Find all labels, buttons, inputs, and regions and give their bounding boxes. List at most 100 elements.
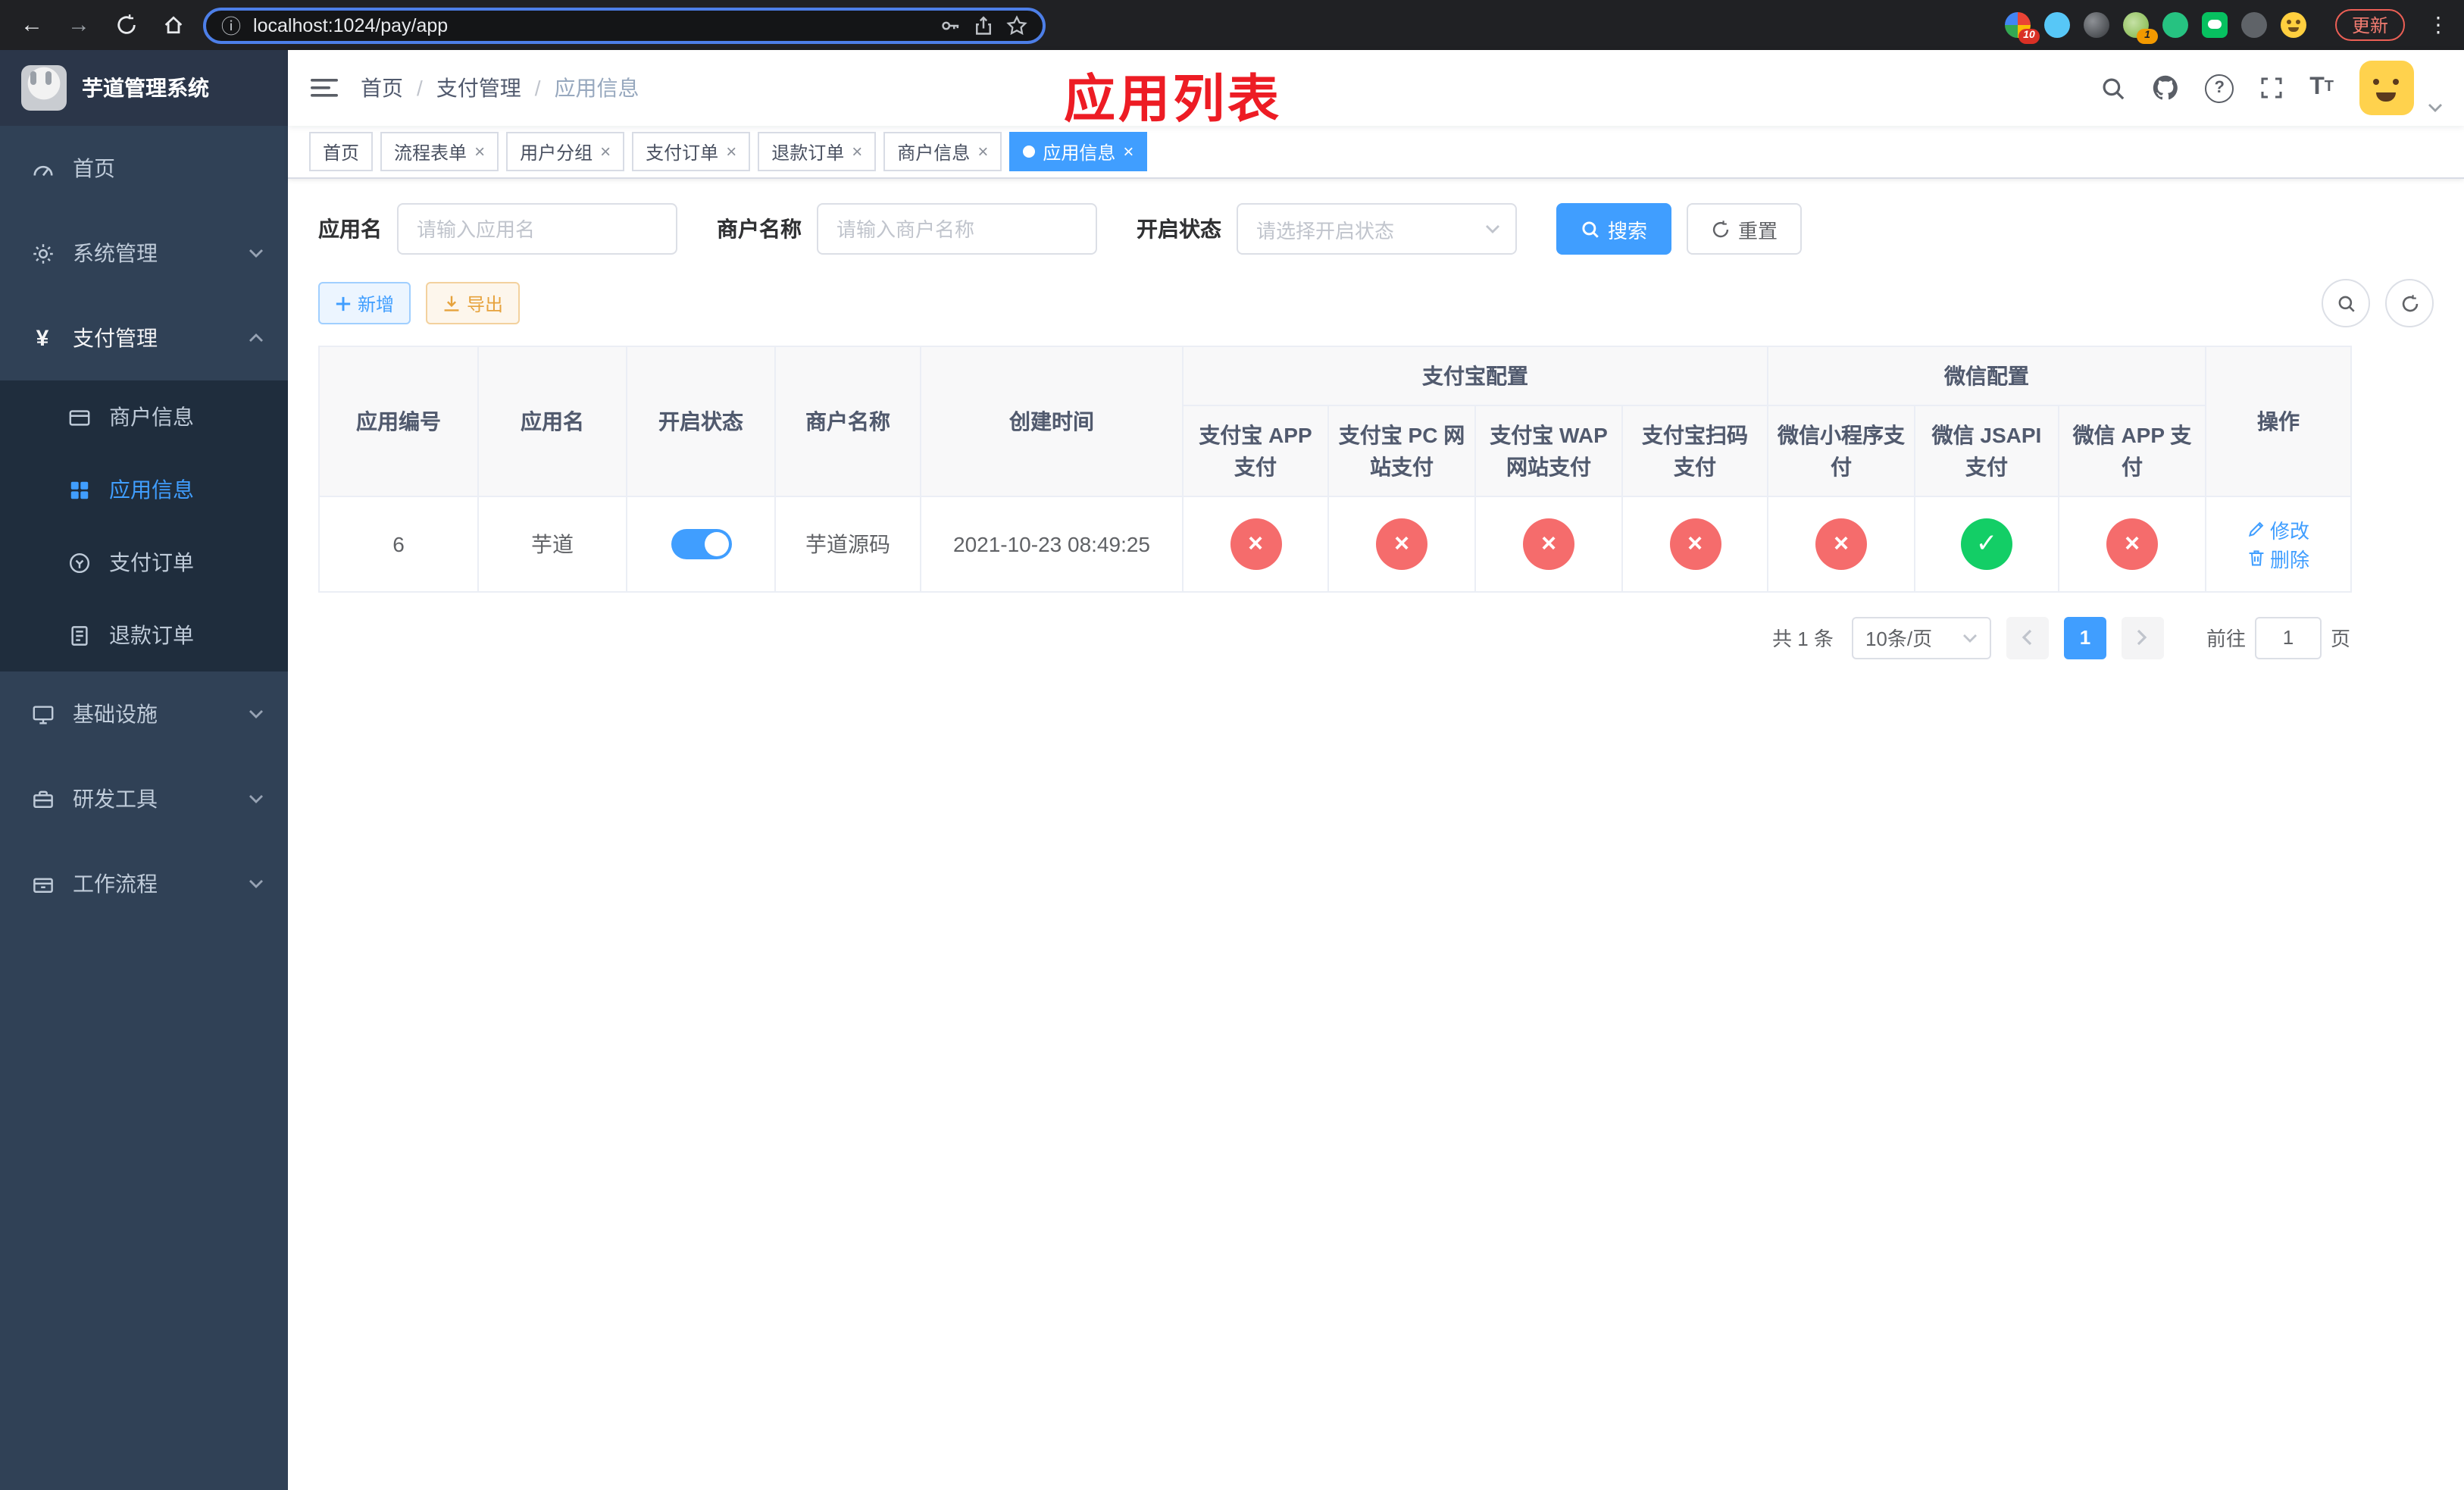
extension-icon-6[interactable] <box>2201 12 2228 38</box>
breadcrumb-home[interactable]: 首页 <box>361 73 403 103</box>
tab-process-form[interactable]: 流程表单 × <box>380 132 499 171</box>
chevron-down-icon <box>249 794 264 803</box>
delete-button[interactable]: 删除 <box>2247 544 2309 573</box>
help-icon[interactable]: ? <box>2205 74 2234 102</box>
extension-icon-4[interactable]: 1 <box>2122 12 2158 44</box>
prev-page-button[interactable] <box>2006 616 2049 659</box>
search-icon[interactable] <box>2100 75 2126 101</box>
col-alipay-pc: 支付宝 PC 网站支付 <box>1327 405 1476 497</box>
col-alipay-qr: 支付宝扫码支付 <box>1621 405 1768 497</box>
extension-icon-7[interactable] <box>2240 12 2267 38</box>
toolbox-icon <box>30 787 55 810</box>
navbar-actions: ? TT <box>2100 61 2464 115</box>
user-avatar[interactable] <box>2359 61 2414 115</box>
status-toggle[interactable] <box>671 528 731 559</box>
table-toolbar: 新增 导出 <box>318 279 2434 327</box>
bookmark-star-icon[interactable] <box>1006 14 1027 36</box>
page-size-select[interactable]: 10条/页 <box>1851 616 1991 659</box>
col-alipay-wap: 支付宝 WAP 网站支付 <box>1474 405 1623 497</box>
extension-icon-3[interactable] <box>2083 12 2109 38</box>
browser-home-icon[interactable] <box>156 8 189 42</box>
github-icon[interactable] <box>2152 74 2179 102</box>
cell-status <box>626 495 776 593</box>
sidebar-item-workflow[interactable]: 工作流程 <box>0 841 288 926</box>
sidebar-item-dev-tools[interactable]: 研发工具 <box>0 756 288 841</box>
address-bar[interactable]: ⓘ localhost:1024/pay/app <box>203 7 1046 43</box>
font-size-icon[interactable]: TT <box>2309 75 2334 100</box>
screen: ← → ⓘ localhost:1024/pay/app 10 1 更新 ⋮ 芋… <box>0 0 2464 1490</box>
active-dot <box>1023 146 1036 158</box>
browser-back-icon[interactable]: ← <box>15 8 48 42</box>
merchant-name-input[interactable] <box>817 203 1097 255</box>
fullscreen-icon[interactable] <box>2259 76 2284 100</box>
close-icon[interactable]: × <box>852 142 862 161</box>
tab-home[interactable]: 首页 <box>309 132 374 171</box>
extension-icon-1[interactable]: 10 <box>2004 12 2040 44</box>
close-icon[interactable]: × <box>600 142 611 161</box>
col-group-alipay: 支付宝配置 <box>1182 345 1768 407</box>
grid-icon <box>67 478 91 501</box>
extension-icon-5[interactable] <box>2162 12 2188 38</box>
breadcrumb: 首页 / 支付管理 / 应用信息 <box>361 73 639 103</box>
sidebar-item-merchant-info[interactable]: 商户信息 <box>0 380 288 453</box>
export-button[interactable]: 导出 <box>426 282 521 324</box>
browser-toolbar: ← → ⓘ localhost:1024/pay/app 10 1 更新 ⋮ <box>0 0 2464 50</box>
password-key-icon[interactable] <box>940 14 961 36</box>
status-select[interactable]: 请选择开启状态 <box>1237 203 1517 255</box>
sidebar-item-refund-orders[interactable]: 退款订单 <box>0 599 288 671</box>
extension-icon-8[interactable] <box>2280 12 2306 38</box>
page-number-1[interactable]: 1 <box>2063 616 2106 659</box>
refresh-icon <box>2401 294 2418 311</box>
refresh-table-button[interactable] <box>2385 279 2434 327</box>
briefcase-icon <box>30 872 55 895</box>
browser-reload-icon[interactable] <box>109 8 142 42</box>
sidebar-item-infrastructure[interactable]: 基础设施 <box>0 671 288 756</box>
close-icon[interactable]: × <box>977 142 988 161</box>
goto-page-input[interactable] <box>2254 616 2322 659</box>
refresh-icon <box>1712 220 1729 237</box>
tab-app-info[interactable]: 应用信息 × <box>1009 132 1148 171</box>
wechat-jsapi-status-icon: ✓ <box>1961 518 2012 570</box>
sidebar-toggle-icon[interactable] <box>288 50 361 126</box>
site-info-icon[interactable]: ⓘ <box>221 11 241 39</box>
chevron-down-icon <box>249 249 264 258</box>
chrome-update-button[interactable]: 更新 <box>2334 9 2405 41</box>
sidebar-item-payment[interactable]: ¥ 支付管理 <box>0 296 288 380</box>
tab-merchant-info[interactable]: 商户信息 × <box>883 132 1002 171</box>
extension-icon-2[interactable] <box>2043 12 2070 38</box>
tab-user-group[interactable]: 用户分组 × <box>506 132 625 171</box>
close-icon[interactable]: × <box>726 142 736 161</box>
app-logo-row[interactable]: 芋道管理系统 <box>0 50 288 126</box>
toggle-search-button[interactable] <box>2322 279 2370 327</box>
chevron-left-icon <box>2022 630 2033 646</box>
app-name-input[interactable] <box>397 203 677 255</box>
app-name-label: 应用名 <box>318 217 382 241</box>
url-text: localhost:1024/pay/app <box>253 14 449 36</box>
cell-created: 2021-10-23 08:49:25 <box>920 495 1184 593</box>
browser-menu-icon[interactable]: ⋮ <box>2428 12 2449 38</box>
add-button[interactable]: 新增 <box>318 282 411 324</box>
avatar-caret-icon[interactable] <box>2428 103 2443 115</box>
tab-refund-orders[interactable]: 退款订单 × <box>758 132 877 171</box>
col-wechat-app: 微信 APP 支付 <box>2058 405 2206 497</box>
col-group-wechat: 微信配置 <box>1767 345 2206 407</box>
search-button[interactable]: 搜索 <box>1556 203 1672 255</box>
sidebar-item-home[interactable]: 首页 <box>0 126 288 211</box>
cell-merchant: 芋道源码 <box>774 495 921 593</box>
sidebar-item-pay-orders[interactable]: 支付订单 <box>0 526 288 599</box>
col-merchant: 商户名称 <box>774 346 921 497</box>
sidebar-item-system[interactable]: 系统管理 <box>0 211 288 296</box>
alipay-wap-status-icon: × <box>1523 518 1574 570</box>
chevron-right-icon <box>2137 630 2148 646</box>
next-page-button[interactable] <box>2121 616 2164 659</box>
merchant-name-label: 商户名称 <box>717 217 802 241</box>
close-icon[interactable]: × <box>474 142 485 161</box>
edit-button[interactable]: 修改 <box>2247 515 2309 544</box>
reset-button[interactable]: 重置 <box>1687 203 1803 255</box>
close-icon[interactable]: × <box>1123 142 1134 161</box>
tab-pay-orders[interactable]: 支付订单 × <box>632 132 751 171</box>
browser-forward-icon[interactable]: → <box>62 8 95 42</box>
share-icon[interactable] <box>973 14 994 36</box>
col-actions: 操作 <box>2205 346 2352 497</box>
sidebar-item-app-info[interactable]: 应用信息 <box>0 453 288 526</box>
